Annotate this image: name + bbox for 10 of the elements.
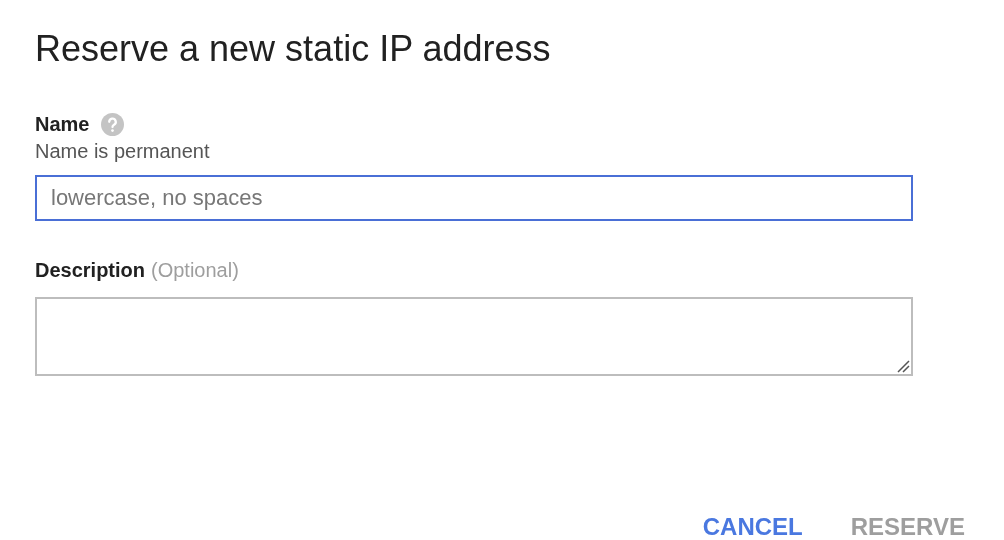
cancel-button[interactable]: CANCEL [702,512,803,540]
name-field[interactable]: lowercase, no spaces [35,175,913,221]
dialog-title: Reserve a new static IP address [35,27,552,71]
resize-grip-icon[interactable] [896,359,910,373]
help-icon[interactable] [101,112,125,136]
helper-text: Name is permanent [35,139,211,163]
field-label: Name [35,112,90,136]
description-field[interactable] [35,297,913,376]
optional-hint: (Optional) [151,258,239,282]
field-label: Description [35,258,146,282]
